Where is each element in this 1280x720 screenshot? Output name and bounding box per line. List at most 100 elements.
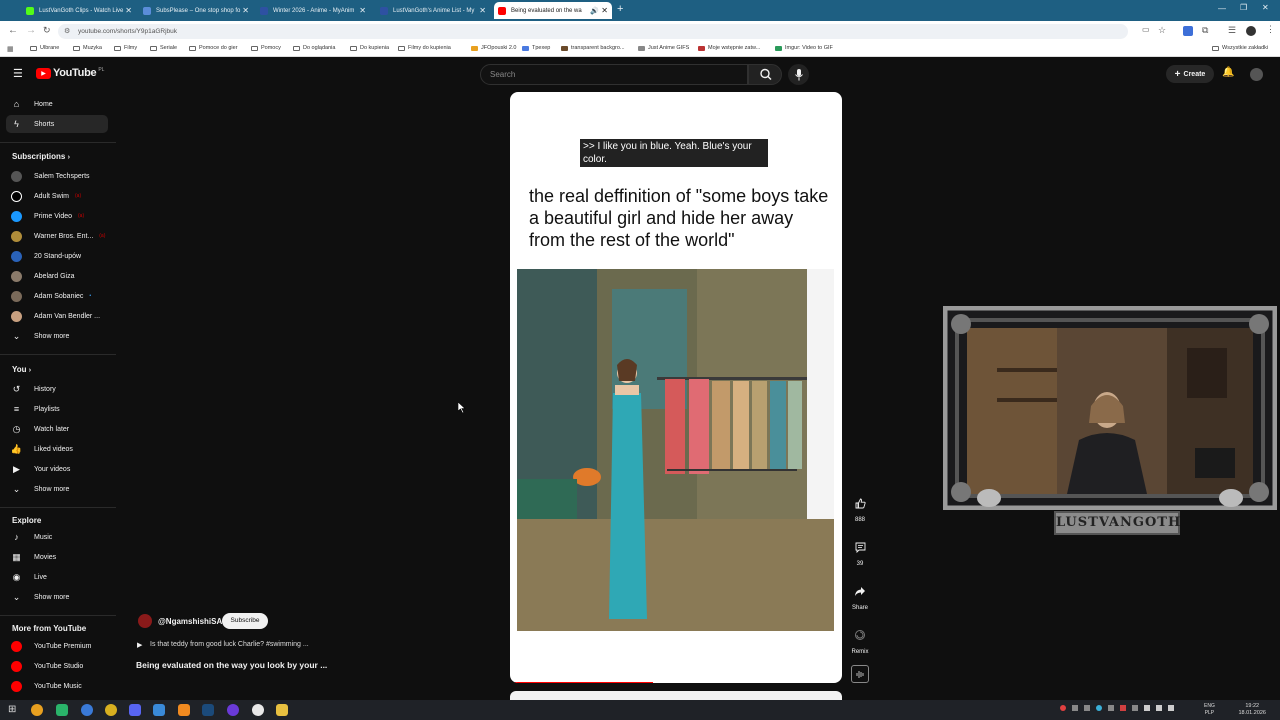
notifications-bell-icon[interactable]: 🔔 xyxy=(1222,67,1234,78)
bookmark-link[interactable]: transparent backgro... xyxy=(561,45,625,51)
close-tab-icon[interactable]: ✕ xyxy=(479,6,486,15)
sidebar-subscription[interactable]: Prime Video (a) xyxy=(6,207,108,225)
volume-tray-icon[interactable] xyxy=(1168,705,1174,711)
channel-name[interactable]: @NgamshishiSA xyxy=(158,617,222,626)
sidebar-item-your-videos[interactable]: ▶ Your videos xyxy=(6,460,108,478)
short-player[interactable]: >> I like you in blue. Yeah. Blue's your… xyxy=(510,92,842,683)
app-taskbar-icon[interactable] xyxy=(252,704,264,716)
close-tab-icon[interactable]: ✕ xyxy=(125,6,132,15)
sound-thumbnail-button[interactable] xyxy=(851,665,869,683)
short-description[interactable]: Is that teddy from good luck Charlie? #s… xyxy=(150,641,309,648)
profile-avatar[interactable] xyxy=(1246,26,1256,36)
sidebar-item-playlists[interactable]: ≡ Playlists xyxy=(6,400,108,418)
close-window-icon[interactable]: ✕ xyxy=(1262,3,1269,12)
sidebar-subscription[interactable]: Adult Swim (a) xyxy=(6,187,108,205)
forward-icon[interactable]: → xyxy=(26,25,36,36)
close-tab-icon[interactable]: ✕ xyxy=(601,6,608,15)
like-button[interactable]: 888 xyxy=(845,492,875,523)
input-language[interactable]: ENG PLP xyxy=(1204,703,1215,717)
bookmark-link[interactable]: Just Anime GIFS xyxy=(638,45,689,51)
bookmark-folder[interactable]: Pomoce do gier xyxy=(189,45,238,51)
subscribe-button[interactable]: Subscribe xyxy=(222,613,268,629)
app-taskbar-icon[interactable] xyxy=(105,704,117,716)
sidebar-item-music[interactable]: ♪ Music xyxy=(6,528,108,546)
close-tab-icon[interactable]: ✕ xyxy=(242,6,249,15)
browser-taskbar-icon[interactable] xyxy=(81,704,93,716)
bookmark-folder[interactable]: Filmy do kupienia xyxy=(398,45,451,51)
create-button[interactable]: + Create xyxy=(1166,65,1214,83)
bookmark-link[interactable]: JFOpouski 2.0 xyxy=(471,45,516,51)
chrome-taskbar-icon[interactable] xyxy=(31,704,43,716)
sidebar-subscription[interactable]: Adam Sobaniec • xyxy=(6,287,108,305)
site-info-icon[interactable]: ⚙ xyxy=(64,24,70,39)
voice-search-button[interactable] xyxy=(788,64,809,85)
show-more-you[interactable]: ⌄ Show more xyxy=(6,480,108,498)
bookmark-link[interactable]: Moje wstępnie zatw... xyxy=(698,45,760,51)
bookmark-folder[interactable]: Ulbrane xyxy=(30,45,59,51)
browser-tab-active[interactable]: Being evaluated on the wa 🔊 ✕ xyxy=(494,2,612,19)
audio-playing-icon[interactable]: 🔊 xyxy=(590,7,599,15)
bookmark-link[interactable]: Imgur: Video to GIF xyxy=(775,45,833,51)
search-button[interactable] xyxy=(748,64,782,85)
account-avatar[interactable] xyxy=(1250,68,1263,81)
reload-icon[interactable]: ↻ xyxy=(43,25,51,36)
browser-tab[interactable]: SubsPlease – One stop shop fo ✕ xyxy=(139,2,253,19)
bookmark-link[interactable]: Tpexep xyxy=(522,45,550,51)
cast-icon[interactable]: ▭ xyxy=(1142,25,1150,34)
taskbar-clock[interactable]: 19:22 18.01.2026 xyxy=(1238,703,1266,717)
sidebar-subscription[interactable]: 20 Stand-upów xyxy=(6,247,108,265)
sidebar-item-shorts[interactable]: ϟ Shorts xyxy=(6,115,108,133)
tray-icon[interactable] xyxy=(1108,705,1114,711)
all-bookmarks[interactable]: Wszystkie zakładki xyxy=(1212,45,1268,51)
minimize-icon[interactable]: — xyxy=(1218,4,1226,13)
tray-icon[interactable] xyxy=(1132,705,1138,711)
steam-taskbar-icon[interactable] xyxy=(202,704,214,716)
tray-icon[interactable] xyxy=(1096,705,1102,711)
sidebar-item-youtube-premium[interactable]: YouTube Premium xyxy=(6,637,108,655)
discord-taskbar-icon[interactable] xyxy=(129,704,141,716)
microphone-tray-icon[interactable] xyxy=(1144,705,1150,711)
windows-start-icon[interactable]: ⊞ xyxy=(8,704,16,715)
short-title[interactable]: Being evaluated on the way you look by y… xyxy=(136,660,327,670)
close-tab-icon[interactable]: ✕ xyxy=(359,6,366,15)
file-explorer-taskbar-icon[interactable] xyxy=(276,704,288,716)
sidebar-subscription[interactable]: Abelard Giza xyxy=(6,267,108,285)
app-taskbar-icon[interactable] xyxy=(56,704,68,716)
share-button[interactable]: Share xyxy=(845,580,875,611)
next-short-preview[interactable] xyxy=(510,691,842,700)
maximize-icon[interactable]: ❐ xyxy=(1240,3,1247,12)
youtube-logo[interactable]: ▶ YouTube PL xyxy=(36,67,104,79)
sidebar-item-home[interactable]: ⌂ Home xyxy=(6,95,108,113)
vlc-taskbar-icon[interactable] xyxy=(178,704,190,716)
sidebar-item-youtube-music[interactable]: YouTube Music xyxy=(6,677,108,695)
obs-taskbar-icon[interactable] xyxy=(227,704,239,716)
sidebar-icon[interactable]: ☰ xyxy=(1228,25,1236,36)
app-taskbar-icon[interactable] xyxy=(153,704,165,716)
extension-icon[interactable] xyxy=(1183,26,1193,36)
playback-progress-bar[interactable] xyxy=(510,682,653,683)
address-bar[interactable]: ⚙ youtube.com/shorts/Y9p1aGRjbuk xyxy=(58,24,1128,39)
sidebar-item-history[interactable]: ↺ History xyxy=(6,380,108,398)
you-heading[interactable]: You › xyxy=(12,365,31,374)
tray-icon[interactable] xyxy=(1072,705,1078,711)
tray-icon[interactable] xyxy=(1120,705,1126,711)
sidebar-item-movies[interactable]: ▦ Movies xyxy=(6,548,108,566)
browser-tab[interactable]: LustVanGoth Clips - Watch Live ✕ xyxy=(22,2,136,19)
hamburger-menu-icon[interactable]: ☰ xyxy=(13,67,23,80)
show-more-explore[interactable]: ⌄ Show more xyxy=(6,588,108,606)
browser-tab[interactable]: LustVanGoth's Anime List - My ✕ xyxy=(376,2,490,19)
sidebar-item-liked-videos[interactable]: 👍 Liked videos xyxy=(6,440,108,458)
bookmark-folder[interactable]: Filmy xyxy=(114,45,137,51)
bookmark-star-icon[interactable]: ☆ xyxy=(1158,25,1166,36)
bookmark-folder[interactable]: Do oglądania xyxy=(293,45,335,51)
sidebar-item-youtube-studio[interactable]: YouTube Studio xyxy=(6,657,108,675)
bookmark-folder[interactable]: Pomocy xyxy=(251,45,281,51)
sidebar-subscription[interactable]: Adam Van Bendler ... xyxy=(6,307,108,325)
subscriptions-heading[interactable]: Subscriptions › xyxy=(12,152,70,161)
tray-icon[interactable] xyxy=(1084,705,1090,711)
video-frame[interactable] xyxy=(517,269,834,631)
search-input[interactable]: Search xyxy=(480,64,748,85)
comments-button[interactable]: 39 xyxy=(845,536,875,567)
apps-grid-icon[interactable]: ▦ xyxy=(7,45,14,53)
network-tray-icon[interactable] xyxy=(1156,705,1162,711)
